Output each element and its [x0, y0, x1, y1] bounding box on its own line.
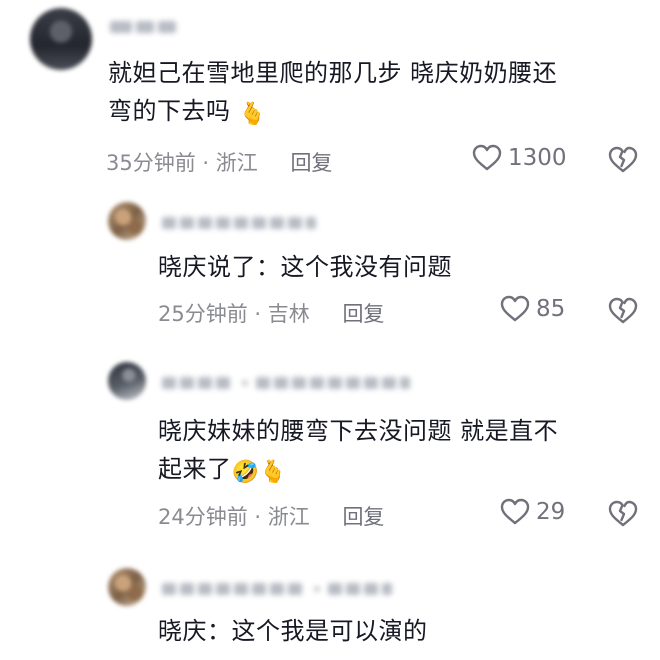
comment-text-line: 起来了	[158, 455, 232, 483]
comment-text-line: 晓庆：这个我是可以演的	[158, 617, 428, 645]
broken-heart-icon	[608, 297, 638, 324]
like-button[interactable]: 1300	[472, 144, 567, 172]
reply-button[interactable]: 回复	[290, 151, 332, 175]
comment-meta: 35分钟前 · 浙江 回复	[106, 147, 332, 177]
finger-heart-emoji: 🫰	[238, 102, 267, 127]
like-count: 1300	[508, 145, 567, 171]
avatar[interactable]	[108, 568, 146, 606]
like-count: 29	[536, 499, 566, 525]
username-blurred[interactable]	[162, 578, 396, 595]
comment-text: 晓庆：这个我是可以演的	[158, 612, 638, 650]
comment-text-line: 晓庆妹妹的腰弯下去没问题 就是直不	[158, 417, 559, 445]
avatar[interactable]	[30, 8, 92, 70]
broken-heart-icon	[608, 146, 638, 173]
dislike-button[interactable]	[608, 297, 638, 329]
like-button[interactable]: 29	[500, 498, 565, 526]
broken-heart-icon	[608, 500, 638, 527]
username-blurred[interactable]	[162, 212, 320, 229]
username-blurred[interactable]	[162, 372, 414, 389]
like-count: 85	[536, 296, 566, 322]
dislike-button[interactable]	[608, 500, 638, 532]
comment-meta: 25分钟前 · 吉林 回复	[158, 298, 384, 328]
comment-text: 晓庆说了：这个我没有问题	[158, 248, 638, 286]
comment-item: 就妲己在雪地里爬的那几步 晓庆奶奶腰还 弯的下去吗 🫰 35分钟前 · 浙江 回…	[0, 0, 660, 190]
avatar[interactable]	[108, 202, 146, 240]
reply-item: 晓庆说了：这个我没有问题 25分钟前 · 吉林 回复 85	[0, 190, 660, 340]
comment-text-line: 弯的下去吗	[108, 97, 231, 125]
finger-heart-emoji: 🫰	[259, 460, 288, 485]
comment-text: 就妲己在雪地里爬的那几步 晓庆奶奶腰还 弯的下去吗 🫰	[108, 54, 648, 134]
reply-button[interactable]: 回复	[342, 302, 384, 326]
reply-item: 晓庆：这个我是可以演的	[0, 556, 660, 660]
like-button[interactable]: 85	[500, 295, 565, 323]
comment-meta: 24分钟前 · 浙江 回复	[158, 501, 384, 531]
comment-text: 晓庆妹妹的腰弯下去没问题 就是直不 起来了🤣🫰	[158, 412, 638, 492]
comment-text-line: 晓庆说了：这个我没有问题	[158, 253, 452, 281]
avatar[interactable]	[108, 362, 146, 400]
heart-outline-icon	[500, 295, 530, 322]
rolling-laughing-emoji: 🤣	[231, 460, 260, 485]
comment-time-location: 24分钟前 · 浙江	[158, 505, 310, 529]
dislike-button[interactable]	[608, 146, 638, 178]
comment-text-line: 就妲己在雪地里爬的那几步 晓庆奶奶腰还	[108, 59, 558, 87]
reply-item: 晓庆妹妹的腰弯下去没问题 就是直不 起来了🤣🫰 24分钟前 · 浙江 回复 29	[0, 350, 660, 550]
comment-time-location: 25分钟前 · 吉林	[158, 302, 310, 326]
heart-outline-icon	[472, 144, 502, 171]
heart-outline-icon	[500, 498, 530, 525]
comment-time-location: 35分钟前 · 浙江	[106, 151, 258, 175]
reply-button[interactable]: 回复	[342, 505, 384, 529]
username-blurred[interactable]	[110, 16, 180, 33]
